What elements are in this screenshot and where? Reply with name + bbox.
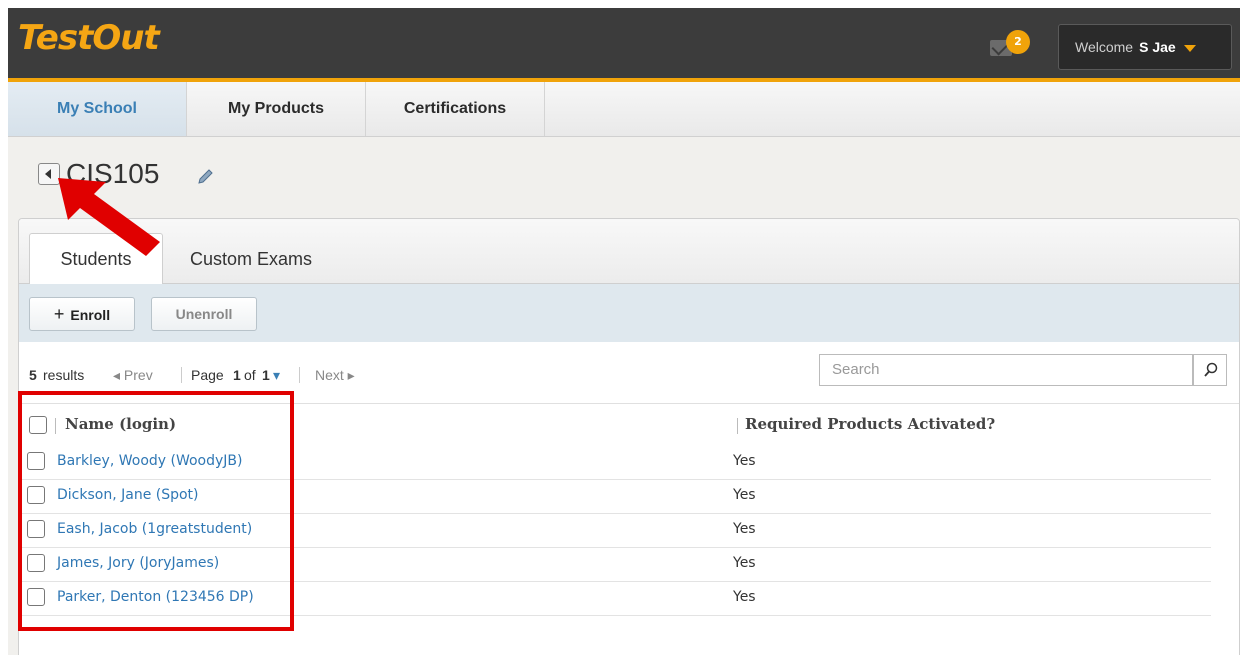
panel-tabs: Students Custom Exams <box>19 219 1239 285</box>
activated-value: Yes <box>733 487 756 503</box>
plus-icon: + <box>53 304 65 324</box>
top-bar: TestOut 2 Welcome S Jae <box>8 8 1240 82</box>
prev-label: Prev <box>123 367 153 383</box>
search-button[interactable] <box>1193 354 1227 386</box>
activated-value: Yes <box>733 589 756 605</box>
results-label: results <box>43 367 85 383</box>
column-divider <box>737 418 738 434</box>
next-label: Next <box>315 367 344 383</box>
nav-tab-my-products[interactable]: My Products <box>187 82 366 136</box>
nav-tab-certifications[interactable]: Certifications <box>366 82 545 136</box>
column-header-activated[interactable]: Required Products Activated? <box>745 415 995 433</box>
page-dropdown-icon[interactable]: ▾ <box>273 367 280 384</box>
next-link[interactable]: Next ▸ <box>315 367 355 384</box>
highlight-box-annotation <box>18 391 294 631</box>
prev-link[interactable]: ◂ Prev <box>113 367 153 384</box>
nav-tab-my-school[interactable]: My School <box>8 82 187 136</box>
page-total[interactable]: 1 <box>262 367 270 383</box>
activated-value: Yes <box>733 521 756 537</box>
pager-separator <box>299 367 300 383</box>
page-label: Page <box>191 367 224 383</box>
messages-button[interactable]: 2 <box>990 28 1030 64</box>
enroll-button[interactable]: + Enroll <box>29 297 135 331</box>
results-count: 5 <box>29 367 37 383</box>
activated-value: Yes <box>733 555 756 571</box>
chevron-right-icon: ▸ <box>343 367 355 383</box>
edit-pencil-icon[interactable] <box>196 168 214 186</box>
testout-logo[interactable]: TestOut <box>18 18 160 58</box>
welcome-label: Welcome <box>1075 39 1134 55</box>
app-frame: TestOut 2 Welcome S Jae My School My Prod… <box>8 8 1240 655</box>
of-label: of <box>244 367 256 383</box>
tab-custom-exams[interactable]: Custom Exams <box>171 241 331 283</box>
search-icon <box>1204 362 1218 377</box>
pager-separator <box>181 367 182 383</box>
activated-value: Yes <box>733 453 756 469</box>
enroll-label: Enroll <box>70 307 111 323</box>
main-nav: My School My Products Certifications <box>8 82 1240 137</box>
caret-down-icon <box>1183 44 1196 52</box>
mail-count-badge: 2 <box>1006 30 1030 54</box>
toolbar: + Enroll Unenroll <box>19 284 1239 342</box>
chevron-left-icon: ◂ <box>113 367 124 383</box>
unenroll-button[interactable]: Unenroll <box>151 297 257 331</box>
page-current: 1 <box>233 367 241 383</box>
search-input[interactable]: Search <box>819 354 1193 386</box>
red-arrow-annotation <box>58 178 160 256</box>
user-name: S Jae <box>1139 39 1176 55</box>
user-menu-button[interactable]: Welcome S Jae <box>1058 24 1232 70</box>
